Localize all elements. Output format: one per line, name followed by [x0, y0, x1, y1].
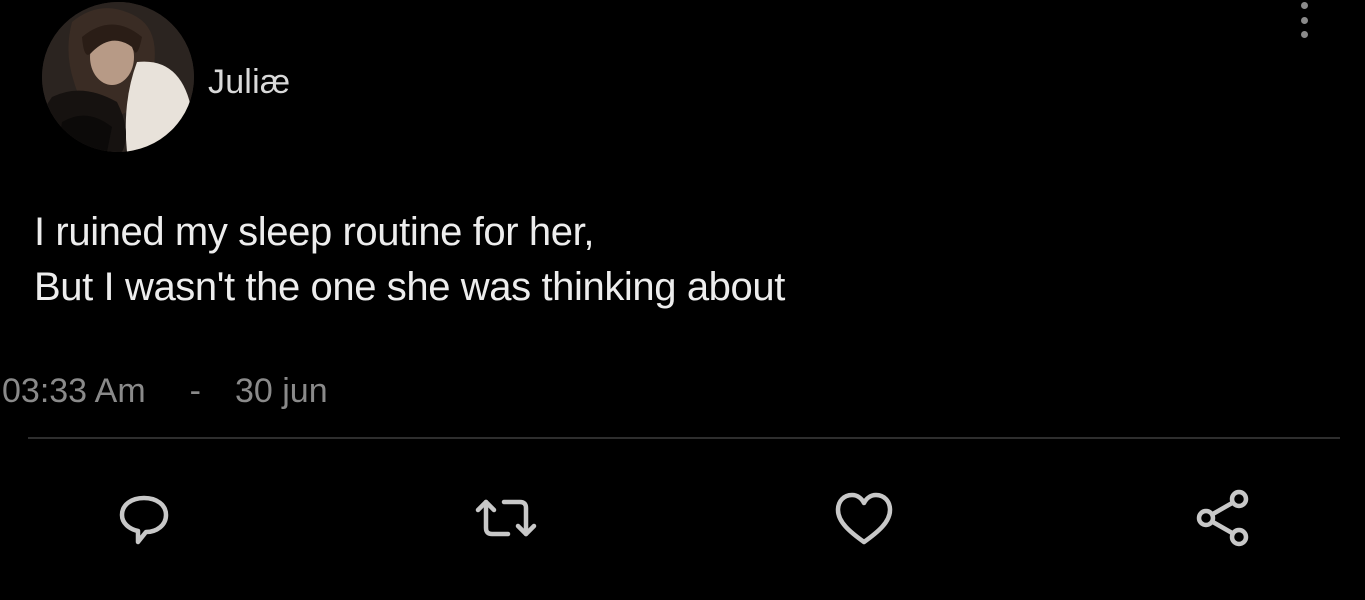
- tweet-timestamp: 03:33 Am -30 jun: [2, 370, 328, 412]
- timestamp-separator: -: [189, 372, 201, 410]
- username[interactable]: Juliæ: [208, 62, 290, 102]
- divider: [28, 437, 1340, 439]
- speech-bubble-icon: [119, 495, 169, 545]
- retweet-button[interactable]: [472, 484, 540, 552]
- tweet-line-2: But I wasn't the one she was thinking ab…: [34, 265, 785, 309]
- dot: [1300, 2, 1308, 9]
- heart-icon: [835, 492, 893, 545]
- retweet-icon: [475, 499, 537, 537]
- dot: [1300, 16, 1308, 24]
- profile-photo: [42, 2, 194, 152]
- tweet-date: 30 jun: [234, 372, 328, 410]
- tweet-time: 03:33 Am: [2, 372, 146, 410]
- vertical-dots-icon[interactable]: [1297, 2, 1311, 38]
- tweet-line-1: I ruined my sleep routine for her,: [34, 210, 595, 254]
- reply-button[interactable]: [110, 484, 178, 552]
- avatar[interactable]: [42, 2, 194, 152]
- tweet-text: I ruined my sleep routine for her, But I…: [34, 205, 785, 315]
- like-button[interactable]: [830, 484, 898, 552]
- share-button[interactable]: [1190, 484, 1258, 552]
- dot: [1300, 31, 1308, 38]
- share-icon: [1196, 489, 1249, 547]
